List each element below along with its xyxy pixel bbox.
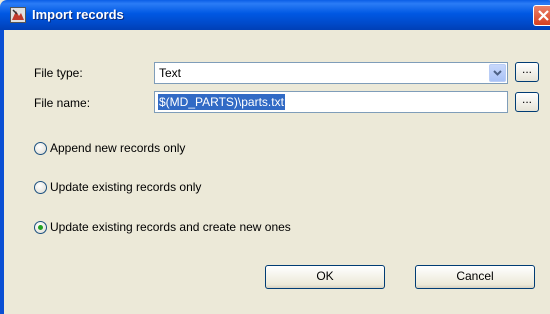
cancel-button[interactable]: Cancel (415, 265, 535, 289)
close-button[interactable] (533, 5, 550, 26)
close-icon (538, 10, 549, 21)
radio-button-selected[interactable] (34, 221, 47, 234)
radio-button[interactable] (34, 142, 47, 155)
dialog-title: Import records (32, 7, 124, 22)
radio-button[interactable] (34, 181, 47, 194)
chevron-down-icon[interactable] (489, 64, 506, 82)
file-type-value: Text (159, 66, 182, 80)
option-label: Update existing records and create new o… (50, 220, 291, 234)
import-records-dialog: Import records File type: Text ... File … (0, 0, 550, 314)
window-frame (0, 30, 4, 314)
file-name-input[interactable]: $(MD_PARTS)\parts.txt (154, 91, 508, 113)
file-type-select[interactable]: Text (154, 62, 508, 84)
title-bar[interactable]: Import records (0, 0, 550, 30)
radio-selected-dot (38, 225, 43, 230)
file-name-browse-button[interactable]: ... (515, 92, 539, 112)
import-records-icon (10, 7, 26, 23)
option-label: Append new records only (50, 141, 186, 155)
chevron-down-glyph (493, 70, 502, 76)
file-type-label: File type: (34, 66, 83, 80)
file-type-browse-button[interactable]: ... (515, 62, 539, 82)
option-label: Update existing records only (50, 180, 202, 194)
file-name-label: File name: (34, 96, 91, 110)
ok-button[interactable]: OK (265, 265, 385, 289)
file-name-value: $(MD_PARTS)\parts.txt (158, 94, 285, 110)
